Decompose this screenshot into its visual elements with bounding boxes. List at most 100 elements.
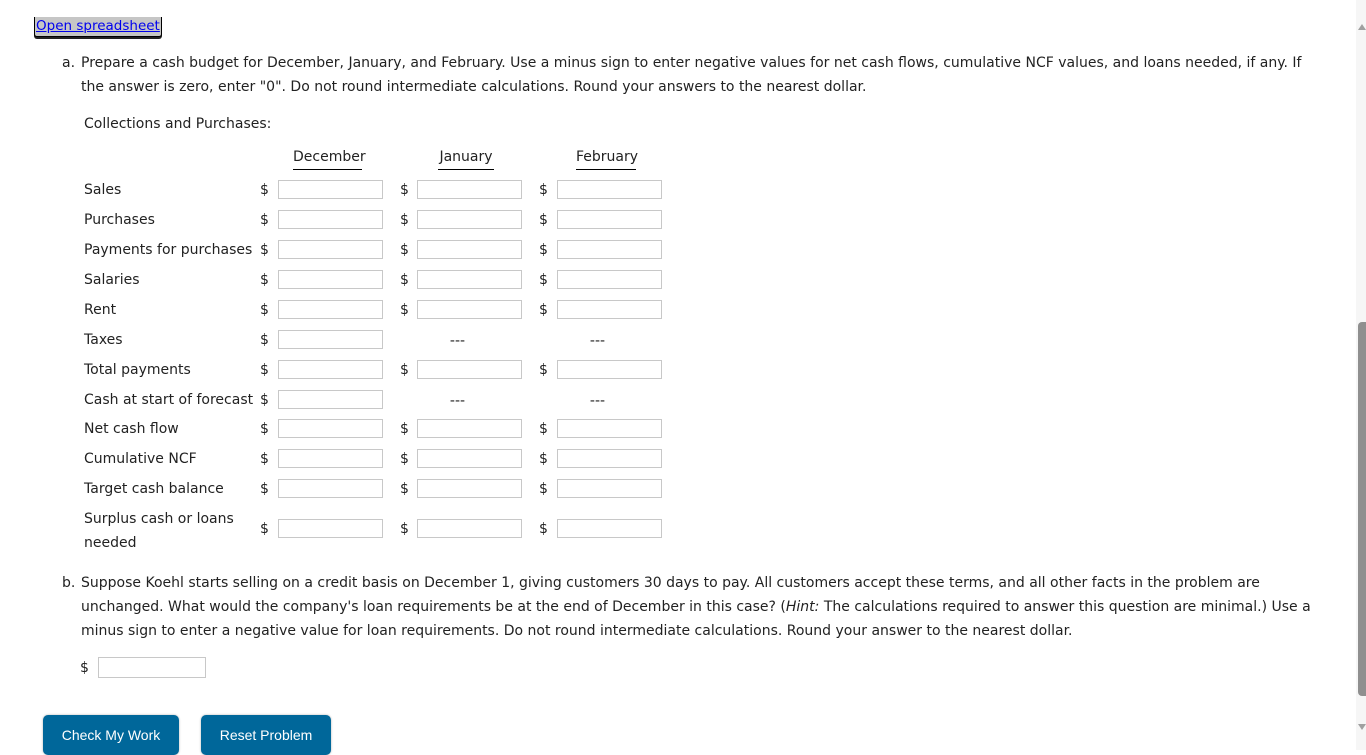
row-label: Cumulative NCF <box>84 451 197 467</box>
currency-symbol: $ <box>260 421 269 437</box>
row-label: Net cash flow <box>84 421 179 437</box>
part-a-letter: a. <box>62 55 76 71</box>
input-february[interactable] <box>557 180 662 199</box>
input-december[interactable] <box>278 449 383 468</box>
currency-symbol: $ <box>260 451 269 467</box>
currency-symbol: $ <box>260 332 269 348</box>
row-label: Surplus cash or loans needed <box>84 511 234 551</box>
input-january[interactable] <box>417 449 522 468</box>
currency-symbol: $ <box>400 272 409 288</box>
input-january[interactable] <box>417 519 522 538</box>
currency-symbol: $ <box>260 272 269 288</box>
scroll-up-arrow-icon[interactable] <box>1358 24 1366 30</box>
problem-page: Open spreadsheet a. Prepare a cash budge… <box>0 0 1356 755</box>
input-february[interactable] <box>557 300 662 319</box>
not-applicable-dash: --- <box>589 333 606 349</box>
input-february[interactable] <box>557 519 662 538</box>
currency-symbol: $ <box>539 521 548 537</box>
currency-symbol: $ <box>260 481 269 497</box>
currency-symbol: $ <box>400 242 409 258</box>
currency-symbol: $ <box>260 182 269 198</box>
input-december[interactable] <box>278 519 383 538</box>
row-label: Payments for purchases <box>84 242 253 258</box>
input-february[interactable] <box>557 449 662 468</box>
input-february[interactable] <box>557 240 662 259</box>
column-header-december: December <box>293 149 366 170</box>
section-label: Collections and Purchases: <box>84 116 272 132</box>
input-january[interactable] <box>417 419 522 438</box>
not-applicable-dash: --- <box>449 333 466 349</box>
not-applicable-dash: --- <box>589 393 606 409</box>
loan-requirement-input[interactable] <box>98 657 206 678</box>
currency-symbol: $ <box>539 421 548 437</box>
input-december[interactable] <box>278 300 383 319</box>
vertical-scrollbar[interactable] <box>1356 0 1366 750</box>
input-december[interactable] <box>278 180 383 199</box>
input-december[interactable] <box>278 419 383 438</box>
input-january[interactable] <box>417 240 522 259</box>
input-december[interactable] <box>278 390 383 409</box>
currency-symbol: $ <box>539 481 548 497</box>
not-applicable-dash: --- <box>449 393 466 409</box>
hint-label: Hint: <box>785 599 820 615</box>
input-february[interactable] <box>557 479 662 498</box>
currency-symbol: $ <box>400 182 409 198</box>
row-label: Total payments <box>84 362 191 378</box>
input-january[interactable] <box>417 300 522 319</box>
input-january[interactable] <box>417 180 522 199</box>
input-february[interactable] <box>557 419 662 438</box>
scroll-down-arrow-icon[interactable] <box>1358 724 1366 730</box>
row-label: Target cash balance <box>84 481 224 497</box>
input-february[interactable] <box>557 360 662 379</box>
input-february[interactable] <box>557 270 662 289</box>
part-a-instructions: a. Prepare a cash budget for December, J… <box>62 51 1312 99</box>
currency-symbol: $ <box>539 272 548 288</box>
row-label: Rent <box>84 302 117 318</box>
reset-problem-button[interactable]: Reset Problem <box>201 715 331 755</box>
input-december[interactable] <box>278 210 383 229</box>
currency-symbol: $ <box>539 362 548 378</box>
scrollbar-thumb[interactable] <box>1358 322 1366 696</box>
input-january[interactable] <box>417 360 522 379</box>
row-label: Salaries <box>84 272 140 288</box>
check-my-work-button[interactable]: Check My Work <box>43 715 179 755</box>
currency-symbol: $ <box>400 212 409 228</box>
row-label: Taxes <box>84 332 123 348</box>
currency-symbol: $ <box>260 392 269 408</box>
currency-symbol: $ <box>260 212 269 228</box>
currency-symbol: $ <box>539 302 548 318</box>
currency-symbol: $ <box>400 451 409 467</box>
part-b-text: Suppose Koehl starts selling on a credit… <box>81 571 1312 643</box>
currency-symbol: $ <box>400 481 409 497</box>
column-header-january: January <box>438 149 494 170</box>
currency-symbol: $ <box>260 521 269 537</box>
currency-symbol: $ <box>539 182 548 198</box>
row-label: Cash at start of forecast <box>84 392 254 408</box>
input-january[interactable] <box>417 479 522 498</box>
part-b-letter: b. <box>62 575 76 591</box>
currency-symbol: $ <box>80 660 89 676</box>
row-label: Purchases <box>84 212 155 228</box>
part-b-instructions: b. Suppose Koehl starts selling on a cre… <box>62 571 1312 643</box>
part-a-text: Prepare a cash budget for December, Janu… <box>81 55 1302 95</box>
currency-symbol: $ <box>400 421 409 437</box>
input-january[interactable] <box>417 270 522 289</box>
row-label: Sales <box>84 182 122 198</box>
input-december[interactable] <box>278 360 383 379</box>
currency-symbol: $ <box>539 451 548 467</box>
input-december[interactable] <box>278 240 383 259</box>
currency-symbol: $ <box>260 362 269 378</box>
input-december[interactable] <box>278 330 383 349</box>
column-header-february: February <box>576 149 638 170</box>
currency-symbol: $ <box>260 302 269 318</box>
currency-symbol: $ <box>400 362 409 378</box>
input-december[interactable] <box>278 270 383 289</box>
currency-symbol: $ <box>539 242 548 258</box>
input-january[interactable] <box>417 210 522 229</box>
open-spreadsheet-link[interactable]: Open spreadsheet <box>34 17 162 37</box>
input-february[interactable] <box>557 210 662 229</box>
currency-symbol: $ <box>400 302 409 318</box>
input-december[interactable] <box>278 479 383 498</box>
currency-symbol: $ <box>260 242 269 258</box>
currency-symbol: $ <box>539 212 548 228</box>
